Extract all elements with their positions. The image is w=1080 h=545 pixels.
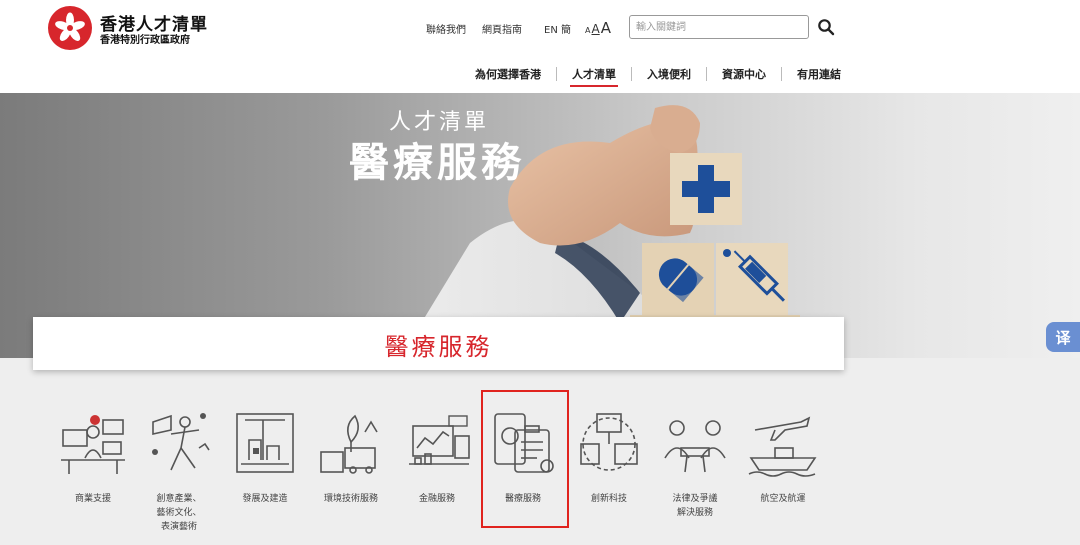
font-size-switcher: AAA [585, 18, 612, 37]
section-title-panel: 醫療服務 [33, 317, 844, 370]
category-label: 法律及爭議 解決服務 [672, 494, 718, 518]
category-label: 創意產業、 藝術文化、 表演藝術 [156, 494, 202, 532]
contact-us-link[interactable]: 聯絡我們 [426, 21, 466, 36]
category-construction[interactable]: 發展及建造 [222, 408, 308, 506]
section-title: 醫療服務 [384, 333, 493, 361]
category-label: 創新科技 [590, 494, 627, 504]
sitemap-link[interactable]: 網頁指南 [482, 21, 522, 36]
category-label: 商業支援 [74, 494, 111, 504]
search-input[interactable] [629, 15, 809, 39]
nav-resource-centre[interactable]: 資源中心 [707, 66, 781, 82]
nav-why-hong-kong[interactable]: 為何選擇香港 [460, 66, 556, 82]
font-large-button[interactable]: A [601, 19, 611, 37]
category-creative-arts[interactable]: 創意產業、 藝術文化、 表演藝術 [136, 408, 222, 534]
nav-immigration[interactable]: 入境便利 [632, 66, 706, 82]
selected-category-highlight [481, 390, 569, 528]
category-label: 航空及航運 [760, 494, 806, 504]
category-label: 環境技術服務 [323, 494, 378, 504]
category-legal[interactable]: 法律及爭議 解決服務 [652, 408, 738, 520]
category-finance[interactable]: 金融服務 [394, 408, 480, 506]
font-medium-button[interactable]: A [591, 22, 599, 36]
category-label: 發展及建造 [242, 494, 288, 504]
nav-talent-list[interactable]: 人才清單 [557, 66, 631, 87]
finance-icon [409, 415, 470, 465]
search-icon[interactable] [817, 18, 835, 36]
category-label: 金融服務 [418, 494, 455, 504]
category-business-support[interactable]: 商業支援 [50, 408, 136, 506]
hero-title: 醫療服務 [349, 140, 525, 186]
business-support-icon [61, 415, 125, 474]
translate-button[interactable]: 译 [1046, 322, 1080, 352]
construction-icon [236, 413, 294, 473]
aviation-shipping-icon [748, 416, 817, 477]
site-header: 香港人才清單 香港特別行政區政府 聯絡我們 網頁指南 EN 簡 AAA 為何選擇… [0, 0, 1080, 93]
main-nav: 為何選擇香港 人才清單 入境便利 資源中心 有用連結 [460, 64, 856, 87]
environment-icon [320, 414, 378, 474]
bauhinia-logo-icon[interactable] [48, 6, 92, 50]
language-switch-link[interactable]: EN 簡 [544, 21, 571, 36]
innovation-tech-icon [580, 413, 638, 471]
creative-arts-icon [152, 413, 210, 471]
nav-useful-links[interactable]: 有用連結 [782, 66, 856, 82]
site-subtitle: 香港特別行政區政府 [100, 35, 190, 46]
category-aviation-shipping[interactable]: 航空及航運 [740, 408, 826, 506]
category-innovation-tech[interactable]: 創新科技 [566, 408, 652, 506]
legal-icon [664, 420, 726, 473]
font-small-button[interactable]: A [585, 26, 590, 35]
category-environment[interactable]: 環境技術服務 [308, 408, 394, 506]
